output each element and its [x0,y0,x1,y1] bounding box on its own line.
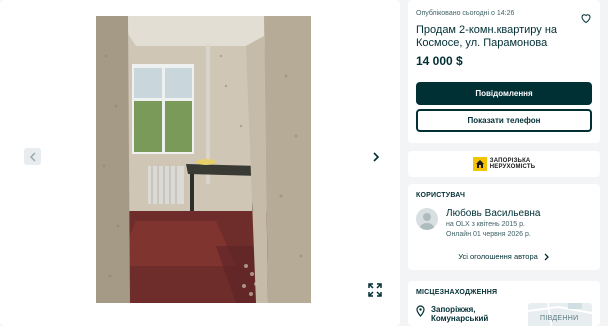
all-ads-link[interactable]: Усі оголошення автора [408,252,600,261]
user-card: КОРИСТУВАЧ Любовь Васильевна на OLX з кв… [408,184,600,270]
photo-gallery [0,0,400,326]
favorite-button[interactable] [580,11,592,24]
chevron-left-icon [29,151,36,162]
brand-name-line2: НЕРУХОМІСТЬ [489,164,536,170]
map-pin-icon [416,305,425,317]
listing-photo[interactable] [96,16,311,303]
location-district: Комунарський [431,314,489,323]
user-online: Онлайн 01 червня 2026 р. [446,231,531,238]
fullscreen-button[interactable] [368,283,382,297]
heart-icon [581,14,591,24]
gallery-prev-button[interactable] [24,148,41,165]
avatar-icon [416,208,438,230]
show-phone-button[interactable]: Показати телефон [416,109,592,132]
expand-icon [368,283,382,297]
brand-logo: ЗАПОРІЗЬКА НЕРУХОМІСТЬ [472,157,536,171]
map-district-label: ПІВДЕННИ [540,315,579,322]
location-section-label: МІСЦЕЗНАХОДЖЕННЯ [416,289,498,296]
user-since: на OLX з квітень 2015 р. [446,221,525,228]
location-info: Запоріжжя, Комунарський [416,305,488,323]
user-name: Любовь Васильевна [446,208,541,219]
gallery-next-button[interactable] [367,148,384,165]
house-icon [472,157,487,171]
published-date: Опубліковано сьогодні о 14:26 [416,10,515,17]
location-city: Запоріжжя, [431,305,476,314]
user-info[interactable]: Любовь Васильевна на OLX з квітень 2015 … [416,208,540,240]
location-map[interactable]: ПІВДЕННИ [528,303,592,326]
listing-title: Продам 2-комн.квартиру на Космосе, ул. П… [416,24,558,49]
location-card: МІСЦЕЗНАХОДЖЕННЯ Запоріжжя, Комунарський… [408,281,600,326]
listing-card: Опубліковано сьогодні о 14:26 Продам 2-к… [408,0,600,143]
listing-price: 14 000 $ [416,54,463,68]
all-ads-label: Усі оголошення автора [458,252,538,261]
brand-card[interactable]: ЗАПОРІЗЬКА НЕРУХОМІСТЬ [408,151,600,177]
chevron-right-icon [544,253,549,260]
message-button[interactable]: Повідомлення [416,82,592,105]
chevron-right-icon [372,151,379,162]
user-section-label: КОРИСТУВАЧ [416,192,466,199]
